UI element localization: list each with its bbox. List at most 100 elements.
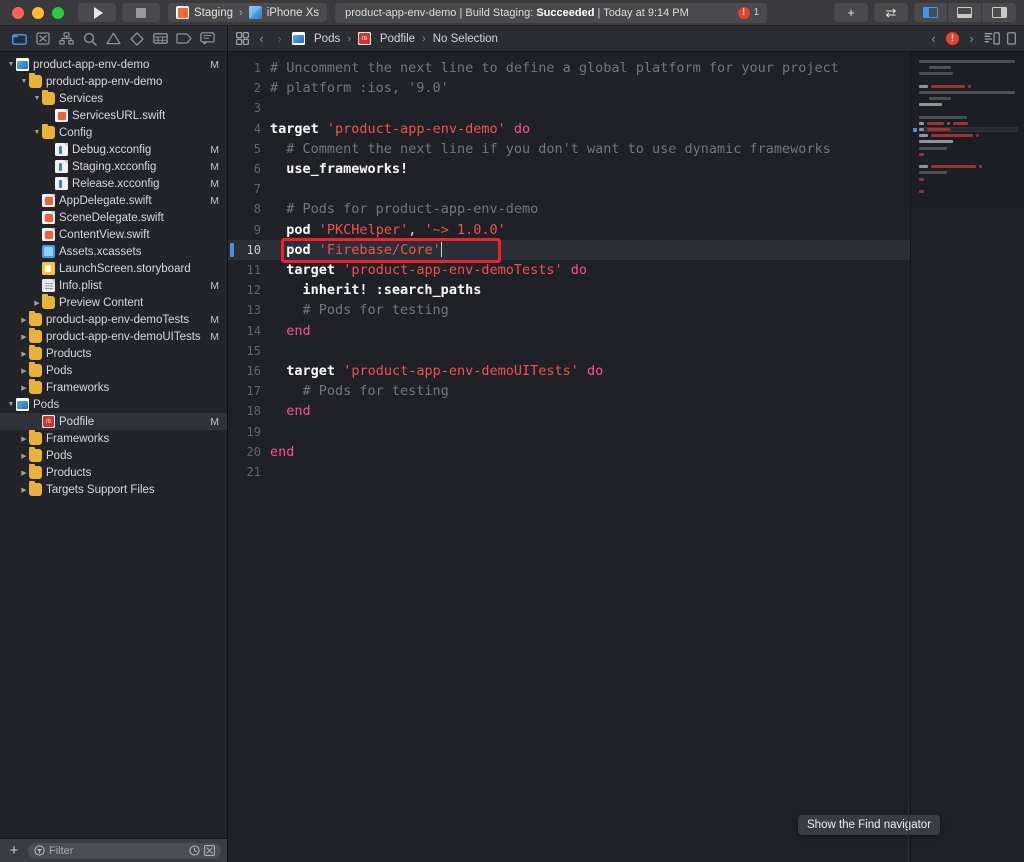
code-line-text[interactable]: end: [270, 401, 910, 421]
code-line-text[interactable]: [270, 179, 910, 199]
minimap-toggle-icon[interactable]: [984, 32, 1000, 45]
minimize-window-button[interactable]: [32, 6, 44, 19]
file-tree-row[interactable]: ▼ product-app-env-demo M: [0, 56, 227, 73]
clock-icon[interactable]: [189, 845, 200, 856]
issue-badge-icon[interactable]: !: [946, 32, 959, 45]
toggle-inspector-button[interactable]: [982, 3, 1016, 22]
file-tree-row[interactable]: ▶ Frameworks: [0, 379, 227, 396]
chevron-right-icon[interactable]: ▶: [19, 452, 29, 460]
file-tree-row[interactable]: AppDelegate.swift M: [0, 192, 227, 209]
scheme-destination-selector[interactable]: Staging › iPhone Xs: [168, 3, 328, 22]
file-tree-row[interactable]: ▼ product-app-env-demo: [0, 73, 227, 90]
code-line[interactable]: 3: [228, 98, 910, 118]
file-tree-row[interactable]: Staging.xcconfig M: [0, 158, 227, 175]
file-tree-row[interactable]: ▶ Frameworks: [0, 430, 227, 447]
navigate-back-button[interactable]: ‹: [256, 31, 267, 46]
add-editor-button[interactable]: +: [834, 3, 868, 22]
line-number[interactable]: 21: [228, 462, 270, 482]
line-number[interactable]: 4: [228, 119, 270, 139]
status-error-indicator[interactable]: ! 1: [737, 6, 759, 19]
code-line-text[interactable]: end: [270, 321, 910, 341]
line-number[interactable]: 17: [228, 381, 270, 401]
code-line-text[interactable]: target 'product-app-env-demo' do: [270, 119, 910, 139]
file-tree-row[interactable]: ▶ product-app-env-demoTests M: [0, 311, 227, 328]
breadcrumb-item-0[interactable]: Pods: [314, 33, 340, 45]
code-line-text[interactable]: use_frameworks!: [270, 159, 910, 179]
line-number[interactable]: 2: [228, 78, 270, 98]
navigate-forward-button[interactable]: ›: [274, 31, 285, 46]
file-tree-row[interactable]: Debug.xcconfig M: [0, 141, 227, 158]
test-navigator-tab[interactable]: [128, 31, 146, 47]
swap-editor-button[interactable]: ⇄: [874, 3, 908, 22]
chevron-right-icon[interactable]: ▶: [19, 469, 29, 477]
file-tree-row[interactable]: LaunchScreen.storyboard: [0, 260, 227, 277]
code-line-text[interactable]: pod 'PKCHelper', '~> 1.0.0': [270, 220, 910, 240]
code-line[interactable]: 14 end: [228, 321, 910, 341]
code-line[interactable]: 4 target 'product-app-env-demo' do: [228, 119, 910, 139]
code-line[interactable]: 9 pod 'PKCHelper', '~> 1.0.0': [228, 220, 910, 240]
code-line[interactable]: 5 # Comment the next line if you don't w…: [228, 139, 910, 159]
file-tree-row[interactable]: SceneDelegate.swift: [0, 209, 227, 226]
breakpoint-navigator-tab[interactable]: [175, 31, 193, 47]
chevron-right-icon[interactable]: ▶: [32, 299, 42, 307]
code-line[interactable]: 21: [228, 462, 910, 482]
related-items-icon[interactable]: [236, 32, 249, 45]
next-issue-button[interactable]: ›: [966, 31, 977, 46]
activity-status-bar[interactable]: product-app-env-demo | Build Staging: Su…: [335, 2, 768, 23]
file-tree-row[interactable]: ▶ Pods: [0, 362, 227, 379]
line-number[interactable]: 20: [228, 442, 270, 462]
chevron-right-icon[interactable]: ▶: [19, 435, 29, 443]
file-tree-row[interactable]: ▶ Pods: [0, 447, 227, 464]
line-number[interactable]: 12: [228, 280, 270, 300]
line-number[interactable]: 19: [228, 422, 270, 442]
chevron-down-icon[interactable]: ▼: [6, 61, 16, 68]
report-navigator-tab[interactable]: [198, 31, 216, 47]
file-tree-row[interactable]: ▶ Targets Support Files: [0, 481, 227, 498]
line-number[interactable]: 7: [228, 179, 270, 199]
close-window-button[interactable]: [12, 6, 24, 19]
code-line-text[interactable]: # Pods for testing: [270, 381, 910, 401]
code-line[interactable]: 1 # Uncomment the next line to define a g…: [228, 58, 910, 78]
line-number[interactable]: 14: [228, 321, 270, 341]
code-line[interactable]: 6 use_frameworks!: [228, 159, 910, 179]
code-line[interactable]: 15: [228, 341, 910, 361]
run-button[interactable]: [78, 3, 116, 22]
chevron-down-icon[interactable]: ▼: [19, 78, 29, 85]
code-line[interactable]: 16 target 'product-app-env-demoUITests' …: [228, 361, 910, 381]
symbol-navigator-tab[interactable]: [58, 31, 76, 47]
chevron-down-icon[interactable]: ▼: [32, 129, 42, 136]
debug-navigator-tab[interactable]: [151, 31, 169, 47]
chevron-down-icon[interactable]: ▼: [6, 401, 16, 408]
code-line-text[interactable]: end: [270, 442, 910, 462]
filter-field[interactable]: Filter: [28, 842, 221, 859]
file-tree-row[interactable]: Podfile M: [0, 413, 227, 430]
line-number[interactable]: 1: [228, 58, 270, 78]
file-tree-row[interactable]: ▶ product-app-env-demoUITests M: [0, 328, 227, 345]
source-control-navigator-tab[interactable]: [34, 31, 52, 47]
line-number[interactable]: 15: [228, 341, 270, 361]
code-line[interactable]: 8 # Pods for product-app-env-demo: [228, 199, 910, 219]
code-line-text[interactable]: target 'product-app-env-demoTests' do: [270, 260, 910, 280]
file-tree-row[interactable]: ▼ Services: [0, 90, 227, 107]
chevron-right-icon[interactable]: ▶: [19, 350, 29, 358]
code-line[interactable]: 11 target 'product-app-env-demoTests' do: [228, 260, 910, 280]
file-tree-row[interactable]: Assets.xcassets: [0, 243, 227, 260]
code-line[interactable]: 2 # platform :ios, '9.0': [228, 78, 910, 98]
chevron-right-icon[interactable]: ▶: [19, 333, 29, 341]
line-number[interactable]: 10: [228, 240, 270, 260]
code-line[interactable]: 13 # Pods for testing: [228, 300, 910, 320]
file-tree-row[interactable]: ContentView.swift: [0, 226, 227, 243]
file-tree-row[interactable]: ▶ Preview Content: [0, 294, 227, 311]
code-line-text[interactable]: pod 'Firebase/Core': [270, 240, 910, 260]
stop-button[interactable]: [122, 3, 160, 22]
code-line-text[interactable]: # Comment the next line if you don't wan…: [270, 139, 910, 159]
toggle-debug-area-button[interactable]: [948, 3, 982, 22]
add-file-button[interactable]: +: [6, 843, 22, 858]
inspector-toggle-icon[interactable]: [1007, 32, 1016, 45]
editor-minimap[interactable]: [910, 52, 1024, 862]
file-tree-row[interactable]: Info.plist M: [0, 277, 227, 294]
code-line[interactable]: 18 end: [228, 401, 910, 421]
file-tree-row[interactable]: ServicesURL.swift: [0, 107, 227, 124]
code-line[interactable]: 19: [228, 422, 910, 442]
line-number[interactable]: 8: [228, 199, 270, 219]
